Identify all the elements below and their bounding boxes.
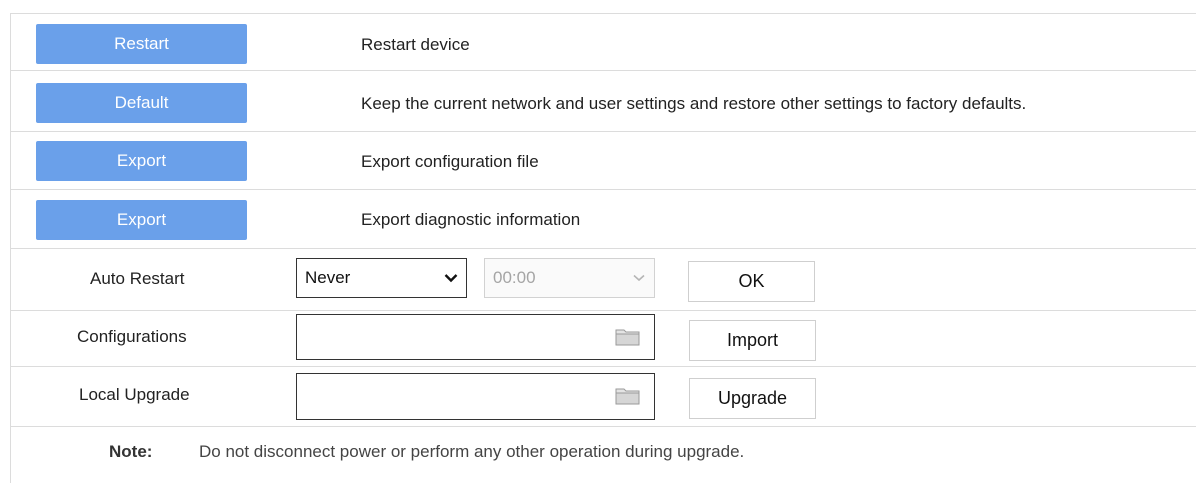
export-diagnostic-description: Export diagnostic information bbox=[361, 210, 581, 229]
note-text: Do not disconnect power or perform any o… bbox=[199, 442, 745, 461]
default-description: Keep the current network and user settin… bbox=[361, 94, 1027, 113]
default-button[interactable]: Default bbox=[36, 83, 247, 123]
export-diagnostic-button[interactable]: Export bbox=[36, 200, 247, 240]
export-config-button[interactable]: Export bbox=[36, 141, 247, 181]
restart-description: Restart device bbox=[361, 35, 470, 54]
configurations-file-input[interactable] bbox=[296, 314, 655, 360]
auto-restart-time-select[interactable]: 00:00 bbox=[484, 258, 655, 298]
local-upgrade-label: Local Upgrade bbox=[79, 385, 190, 404]
auto-restart-ok-button[interactable]: OK bbox=[688, 261, 815, 302]
note-label: Note: bbox=[109, 442, 153, 461]
chevron-down-icon bbox=[444, 271, 458, 285]
import-button[interactable]: Import bbox=[689, 320, 816, 361]
folder-icon[interactable] bbox=[615, 386, 640, 405]
chevron-down-icon bbox=[632, 271, 646, 285]
upgrade-file-input[interactable] bbox=[296, 373, 655, 420]
upgrade-button[interactable]: Upgrade bbox=[689, 378, 816, 419]
configurations-label: Configurations bbox=[77, 327, 187, 346]
folder-icon[interactable] bbox=[615, 327, 640, 346]
auto-restart-label: Auto Restart bbox=[90, 269, 185, 288]
auto-restart-frequency-select[interactable]: Never bbox=[296, 258, 467, 298]
frequency-value: Never bbox=[305, 268, 351, 287]
export-config-description: Export configuration file bbox=[361, 152, 539, 171]
time-value: 00:00 bbox=[493, 268, 536, 287]
restart-button[interactable]: Restart bbox=[36, 24, 247, 64]
